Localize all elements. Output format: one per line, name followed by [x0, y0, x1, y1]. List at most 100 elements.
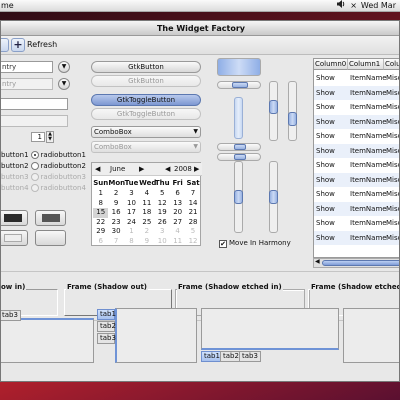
- notebook-3-tab-3[interactable]: tab3: [239, 351, 261, 362]
- scale-thumb[interactable]: [234, 154, 246, 160]
- add-button[interactable]: +: [11, 38, 25, 52]
- close-x-icon[interactable]: ×: [350, 0, 357, 12]
- harmony-checkbox[interactable]: ✔: [219, 240, 227, 248]
- radio-label[interactable]: button2: [1, 162, 29, 170]
- scrollbar-thumb[interactable]: [269, 100, 278, 114]
- calendar-day[interactable]: 6: [170, 189, 185, 199]
- calendar-day[interactable]: 17: [124, 208, 139, 218]
- table-row[interactable]: Show ItemName Misc: [314, 187, 399, 202]
- calendar-day[interactable]: 9: [108, 199, 123, 209]
- notebook-2-tab-1[interactable]: tab1: [97, 309, 116, 320]
- entry-1[interactable]: ntry: [1, 61, 53, 73]
- entry-2-dropdown[interactable]: ▼: [58, 78, 70, 90]
- calendar-day[interactable]: 4: [170, 227, 185, 237]
- radio-indicator[interactable]: [30, 162, 39, 170]
- calendar-day[interactable]: 8: [124, 237, 139, 247]
- calendar-day[interactable]: 15: [93, 208, 109, 218]
- calendar-day[interactable]: 7: [185, 189, 200, 199]
- table-row[interactable]: Show ItemName Misc: [314, 216, 399, 231]
- calendar-day[interactable]: 24: [124, 218, 139, 228]
- scrollbar-thumb[interactable]: [288, 112, 297, 126]
- gtk-button[interactable]: GtkButton: [91, 61, 201, 73]
- scale-thumb[interactable]: [269, 190, 278, 204]
- entry-2[interactable]: ntry: [1, 78, 53, 90]
- calendar-day[interactable]: 1: [93, 189, 108, 199]
- scrollbar-thumb[interactable]: [322, 260, 399, 266]
- entry-1-dropdown[interactable]: ▼: [58, 61, 70, 73]
- scale-thumb[interactable]: [232, 82, 248, 88]
- calendar-day[interactable]: 30: [108, 227, 123, 237]
- calendar-day[interactable]: 5: [185, 227, 200, 237]
- calendar-day[interactable]: 11: [139, 199, 154, 209]
- notebook-1-tab[interactable]: tab3: [1, 310, 21, 321]
- calendar-day[interactable]: 5: [155, 189, 170, 199]
- scale-thumb[interactable]: [234, 190, 243, 204]
- calendar-day[interactable]: 6: [93, 237, 108, 247]
- color-button-1[interactable]: [1, 210, 28, 226]
- table-row[interactable]: Show ItemName Misc: [314, 100, 399, 115]
- table-row[interactable]: Show ItemName Misc: [314, 230, 399, 245]
- vertical-scrollbar-2[interactable]: [288, 81, 297, 141]
- radio-label[interactable]: radiobutton1: [41, 151, 86, 159]
- horizontal-scrollbar-track[interactable]: [217, 58, 261, 76]
- color-button-3[interactable]: [1, 230, 28, 246]
- table-row[interactable]: Show ItemName Misc: [314, 85, 399, 100]
- radio-indicator[interactable]: [30, 151, 39, 159]
- scroll-left-icon[interactable]: ◀: [315, 258, 320, 265]
- calendar-day[interactable]: 12: [185, 237, 200, 247]
- calendar-day[interactable]: 26: [155, 218, 170, 228]
- calendar-day[interactable]: 11: [170, 237, 185, 247]
- next-month-icon[interactable]: ▶: [139, 165, 144, 173]
- horizontal-scale-3[interactable]: [217, 153, 261, 161]
- tree-hscrollbar[interactable]: ◀: [313, 258, 399, 268]
- table-row[interactable]: Show ItemName Misc: [314, 71, 399, 86]
- calendar-day[interactable]: 7: [108, 237, 123, 247]
- calendar-day[interactable]: 22: [93, 218, 108, 228]
- calendar-day[interactable]: 1: [124, 227, 139, 237]
- table-row[interactable]: Show ItemName Misc: [314, 158, 399, 173]
- column-header[interactable]: Column2: [384, 59, 399, 70]
- prev-year-icon[interactable]: ◀: [165, 165, 170, 173]
- speaker-icon[interactable]: [337, 0, 346, 12]
- window-title[interactable]: The Widget Factory: [1, 21, 399, 36]
- calendar-day[interactable]: 18: [139, 208, 154, 218]
- horizontal-scale-2[interactable]: [217, 143, 261, 151]
- calendar-day[interactable]: 10: [155, 237, 170, 247]
- toggle-button[interactable]: GtkToggleButton: [91, 94, 201, 106]
- calendar-day[interactable]: 9: [139, 237, 154, 247]
- toolbar-back-button[interactable]: [1, 38, 9, 52]
- calendar-day[interactable]: 23: [108, 218, 123, 228]
- color-button-4[interactable]: [35, 230, 66, 246]
- column-header[interactable]: Column1: [348, 59, 384, 70]
- calendar-day[interactable]: 27: [170, 218, 185, 228]
- refresh-button[interactable]: Refresh: [27, 40, 57, 49]
- calendar-day[interactable]: 19: [155, 208, 170, 218]
- notebook-2-tab-3[interactable]: tab3: [97, 333, 116, 344]
- color-button-2[interactable]: [35, 210, 66, 226]
- calendar-day[interactable]: 14: [185, 199, 200, 209]
- calendar-day[interactable]: 4: [139, 189, 154, 199]
- combo-box[interactable]: ComboBox ▼: [91, 126, 201, 138]
- calendar-day[interactable]: 13: [170, 199, 185, 209]
- calendar-day[interactable]: 2: [108, 189, 123, 199]
- horizontal-scale-1[interactable]: [217, 81, 261, 89]
- spin-button-value[interactable]: 1: [31, 132, 45, 142]
- table-row[interactable]: Show ItemName Misc: [314, 114, 399, 129]
- entry-3[interactable]: [1, 98, 68, 110]
- table-row[interactable]: Show ItemName Misc: [314, 172, 399, 187]
- calendar-day[interactable]: 20: [170, 208, 185, 218]
- spin-arrows[interactable]: ▲ ▼: [46, 131, 54, 143]
- vertical-scale-2[interactable]: [269, 161, 278, 233]
- notebook-2-tab-2[interactable]: tab2: [97, 321, 116, 332]
- radio-label[interactable]: button1: [1, 151, 29, 159]
- calendar-day[interactable]: 2: [139, 227, 154, 237]
- calendar-day[interactable]: 10: [124, 199, 139, 209]
- column-header[interactable]: Column0: [314, 59, 348, 70]
- table-row[interactable]: Show ItemName Misc: [314, 129, 399, 144]
- calendar-day[interactable]: 12: [155, 199, 170, 209]
- calendar-day[interactable]: 28: [185, 218, 200, 228]
- calendar-day[interactable]: 3: [124, 189, 139, 199]
- calendar-day[interactable]: 29: [93, 227, 108, 237]
- clock[interactable]: Wed Mar: [361, 0, 396, 12]
- harmony-label[interactable]: Move In Harmony: [229, 239, 291, 247]
